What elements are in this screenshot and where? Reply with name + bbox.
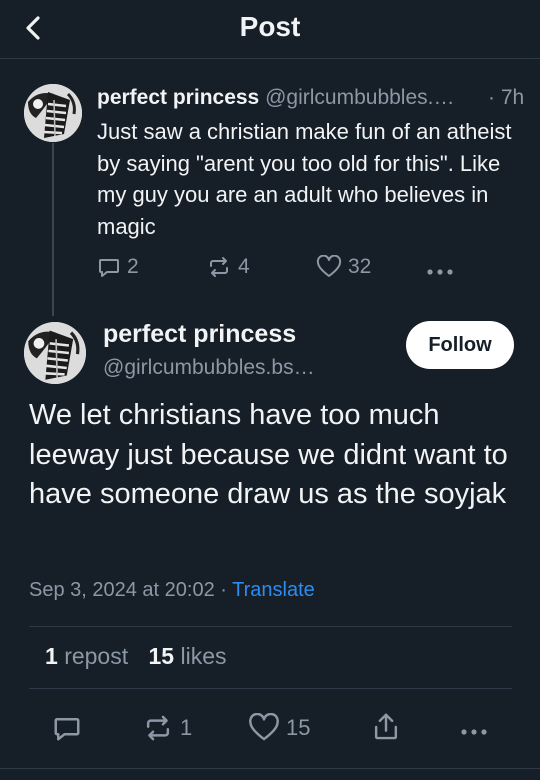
more-dots-icon [461,729,487,735]
parent-handle[interactable]: @girlcumbubbles.… [265,86,454,109]
likes-stat[interactable]: 15 likes [149,643,227,669]
repost-button[interactable]: 1 [142,713,192,743]
share-icon [374,713,398,740]
divider [29,688,512,689]
engagement-stats: 1 repost 15 likes [45,643,227,670]
parent-repost-count: 4 [238,255,250,278]
page-title: Post [239,11,301,42]
like-button[interactable]: 15 [248,713,310,743]
post-metadata: Sep 3, 2024 at 20:02 · Translate [29,579,315,602]
like-label: likes [180,643,227,669]
share-button[interactable] [371,711,401,743]
reposts-stat[interactable]: 1 repost [45,643,128,669]
parent-reply-button[interactable]: 2 [97,255,139,279]
parent-timestamp[interactable]: · 7h [488,86,524,110]
translate-link[interactable]: Translate [232,579,315,601]
parent-display-name[interactable]: perfect princess [97,86,259,109]
repost-count: 1 [180,715,193,740]
reply-button[interactable] [52,713,82,743]
reply-icon [54,718,80,741]
parent-post-text: Just saw a christian make fun of an athe… [97,119,512,239]
divider [29,626,512,627]
date-separator: · [214,579,233,601]
repost-label: repost [64,643,129,669]
heart-icon [316,255,342,277]
parent-like-count: 32 [348,255,372,278]
main-handle[interactable]: @girlcumbubbles.bs… [103,356,315,380]
more-dots-icon [427,269,453,275]
repost-total: 1 [45,643,58,669]
parent-like-button[interactable]: 32 [316,255,371,279]
main-avatar[interactable] [24,322,86,384]
like-count: 15 [286,715,311,740]
like-total: 15 [148,643,175,669]
parent-author[interactable]: perfect princess @girlcumbubbles.… [97,86,454,110]
parent-avatar[interactable] [24,84,82,142]
thread-line [52,143,54,316]
heart-icon [249,713,279,741]
top-bar: Post [0,0,540,59]
post-date: Sep 3, 2024 at 20:02 [29,579,215,601]
main-display-name[interactable]: perfect princess [103,320,296,349]
repost-icon [210,257,228,277]
parent-more-button[interactable] [426,263,454,281]
parent-repost-button[interactable]: 4 [206,255,250,279]
main-post-text: We let christians have too much leeway j… [29,399,508,510]
reply-icon [99,259,119,277]
repost-icon [146,715,170,741]
more-button[interactable] [460,723,488,741]
bottom-border [0,768,540,769]
follow-button[interactable]: Follow [406,321,514,369]
parent-reply-count: 2 [127,255,139,278]
